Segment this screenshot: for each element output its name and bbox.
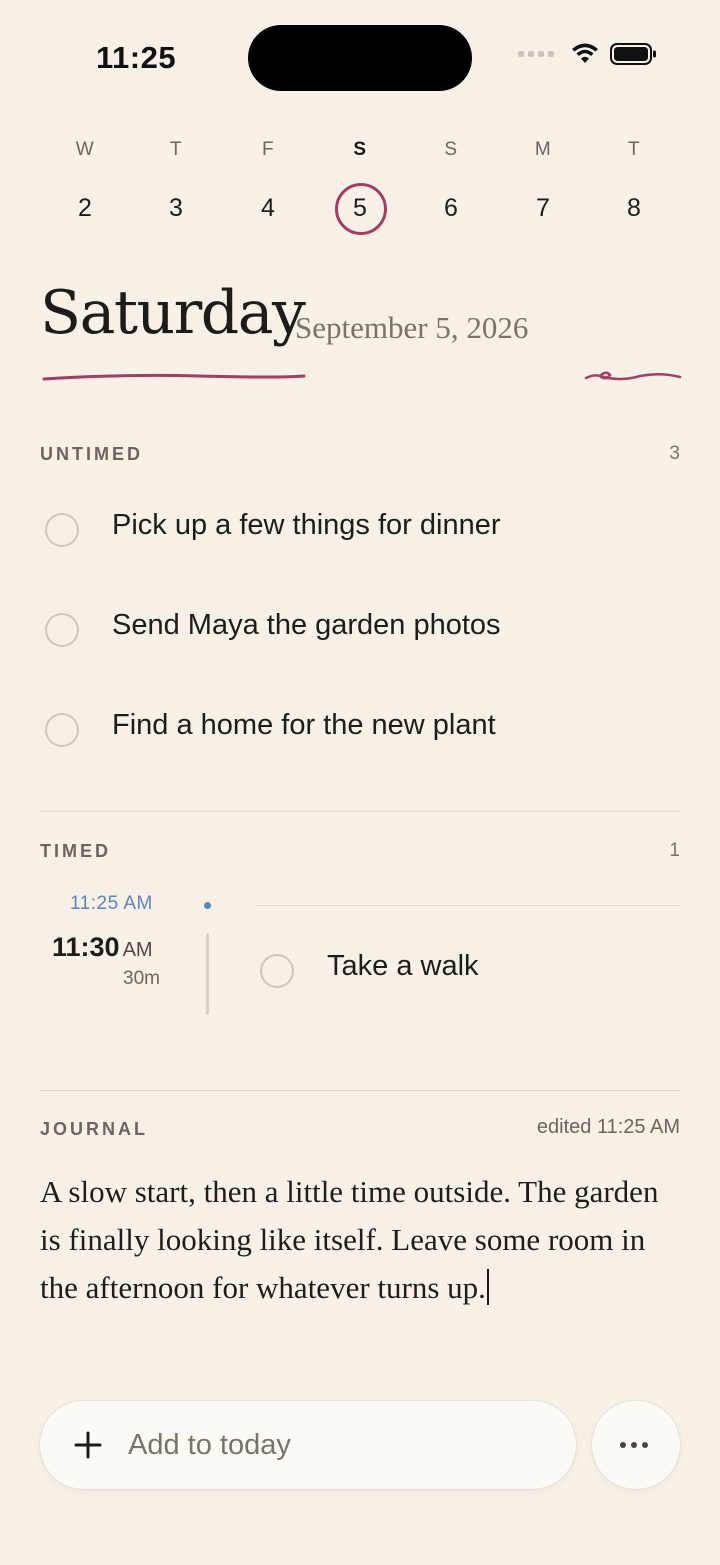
time-value: 11:30 (52, 932, 120, 962)
journal-text-area[interactable]: A slow start, then a little time outside… (40, 1168, 660, 1312)
section-divider (40, 811, 680, 812)
cellular-signal-icon (518, 51, 554, 57)
add-to-today-input[interactable]: Add to today (40, 1401, 576, 1489)
date-subtitle: September 5, 2026 (295, 310, 529, 345)
journal-text: A slow start, then a little time outside… (40, 1174, 659, 1305)
day-number: 5 (353, 194, 367, 222)
day-number: 3 (169, 194, 183, 222)
current-time-dot (204, 902, 211, 909)
day-letter: S (444, 139, 458, 160)
week-strip: W 2 T 3 F 4 S 5 S 6 M 7 T 8 (40, 135, 720, 235)
current-time-line (255, 905, 680, 906)
journal-edited-timestamp: edited 11:25 AM (536, 1116, 680, 1138)
plus-icon (74, 1431, 102, 1459)
status-time: 11:25 (96, 40, 177, 75)
list-item[interactable]: Send Maya the garden photos (40, 599, 680, 659)
decorative-underline (42, 371, 682, 381)
day-number: 8 (627, 194, 641, 222)
day-letter: T (169, 139, 183, 160)
week-day-mon[interactable]: M 7 (513, 135, 573, 223)
time-ampm: AM (122, 939, 153, 961)
more-button[interactable] (592, 1401, 680, 1489)
day-letter: S (353, 139, 367, 160)
task-title: Pick up a few things for dinner (112, 509, 501, 541)
status-bar: 11:25 (0, 0, 720, 110)
day-number: 4 (261, 194, 275, 222)
untimed-section-label: UNTIMED (40, 444, 143, 464)
timed-section-label: TIMED (40, 841, 111, 861)
week-day-tue[interactable]: T 8 (604, 135, 664, 223)
current-time-indicator: 11:25 AM (70, 893, 153, 914)
day-letter: F (261, 139, 275, 160)
week-day-thu[interactable]: T 3 (146, 135, 206, 223)
timed-task-item[interactable]: Take a walk (255, 940, 680, 1000)
week-day-fri[interactable]: F 4 (238, 135, 298, 223)
day-letter: T (627, 139, 641, 160)
timed-item-time: 11:30 AM (52, 932, 153, 963)
wifi-icon (572, 43, 598, 63)
timed-count: 1 (669, 840, 680, 861)
task-checkbox[interactable] (45, 513, 79, 547)
list-item[interactable]: Pick up a few things for dinner (40, 499, 680, 559)
day-number: 7 (536, 194, 550, 222)
task-checkbox[interactable] (45, 613, 79, 647)
week-day-wed[interactable]: W 2 (55, 135, 115, 223)
task-checkbox[interactable] (260, 954, 294, 988)
journal-section-label: JOURNAL (40, 1119, 149, 1139)
week-day-sun[interactable]: S 6 (421, 135, 481, 223)
task-title: Take a walk (327, 950, 479, 982)
battery-icon (610, 43, 656, 65)
add-to-today-placeholder: Add to today (128, 1429, 291, 1461)
week-day-sat-selected[interactable]: S 5 (330, 135, 390, 235)
timed-item-duration: 30m (123, 968, 160, 989)
day-number: 6 (444, 194, 458, 222)
task-checkbox[interactable] (45, 713, 79, 747)
timed-item-duration-bar (206, 933, 209, 1015)
dynamic-island (248, 25, 472, 91)
list-item[interactable]: Find a home for the new plant (40, 699, 680, 759)
task-title: Find a home for the new plant (112, 709, 496, 741)
untimed-count: 3 (669, 443, 680, 464)
day-letter: M (534, 139, 552, 160)
task-title: Send Maya the garden photos (112, 609, 501, 641)
day-letter: W (75, 139, 95, 160)
day-number: 2 (78, 194, 92, 222)
text-cursor (486, 1269, 489, 1305)
day-title: Saturday (40, 278, 306, 348)
section-divider (40, 1090, 680, 1091)
more-icon (620, 1442, 648, 1448)
status-icons (518, 42, 658, 66)
